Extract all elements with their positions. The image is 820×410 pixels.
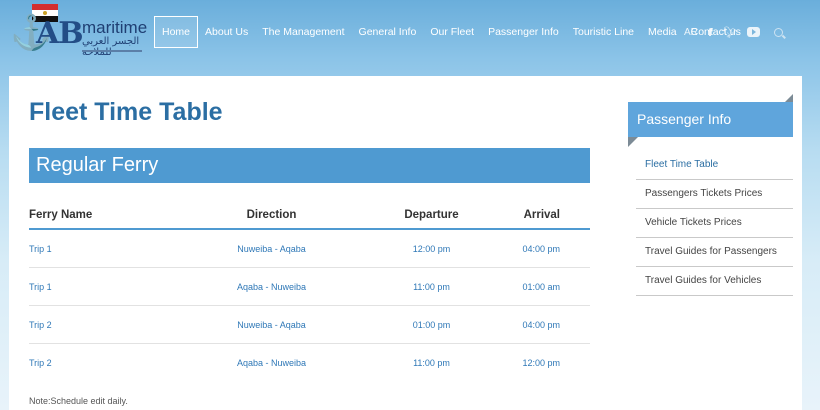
schedule-note: Note:Schedule edit daily. <box>29 396 128 406</box>
section-header: Regular Ferry <box>29 148 590 183</box>
table-row: Trip 2 Nuweiba - Aqaba 01:00 pm 04:00 pm <box>29 306 590 344</box>
cell-departure: 12:00 pm <box>412 243 451 254</box>
cell-ferry-name: Trip 2 <box>29 319 52 330</box>
cell-direction: Aqaba - Nuweiba <box>236 358 307 368</box>
cell-arrival: 04:00 pm <box>522 319 560 330</box>
page-title: Fleet Time Table <box>29 98 223 126</box>
header-arrival: Arrival <box>523 209 560 221</box>
sidebar: Passenger Info Fleet Time Table Passenge… <box>628 94 793 296</box>
sidebar-item-passenger-tickets[interactable]: Passengers Tickets Prices <box>636 180 793 209</box>
logo[interactable]: ⚓ AB maritime الجسر العربي للملاحة <box>10 2 148 60</box>
logo-underline <box>82 50 142 52</box>
site-header: ⚓ AB maritime الجسر العربي للملاحة Home … <box>0 0 820 64</box>
header-ferry-name: Ferry Name <box>29 209 93 221</box>
sidebar-item-vehicle-tickets[interactable]: Vehicle Tickets Prices <box>636 209 793 238</box>
header-departure: Departure <box>404 209 459 221</box>
cell-departure: 11:00 pm <box>413 358 450 368</box>
sidebar-list: Fleet Time Table Passengers Tickets Pric… <box>628 151 793 296</box>
logo-brand: AB <box>36 16 84 51</box>
sidebar-item-guides-passengers[interactable]: Travel Guides for Passengers <box>636 238 793 267</box>
cell-ferry-name: Trip 1 <box>29 281 52 292</box>
main-nav: Home About Us The Management General Inf… <box>154 16 748 48</box>
search-icon[interactable] <box>773 27 783 37</box>
nav-our-fleet[interactable]: Our Fleet <box>423 16 481 48</box>
cell-ferry-name: Trip 1 <box>29 243 52 254</box>
table-header: Ferry Name Direction Departure Arrival <box>29 202 590 230</box>
youtube-icon[interactable] <box>746 27 760 37</box>
cell-departure: 01:00 pm <box>412 319 451 330</box>
cell-arrival: 01:00 am <box>522 281 560 292</box>
nav-passenger-info[interactable]: Passenger Info <box>481 16 566 48</box>
header-actions: AR f 🐦︎ <box>684 16 793 48</box>
cell-direction: Nuweiba - Aqaba <box>237 319 306 330</box>
sidebar-header: Passenger Info <box>628 94 793 147</box>
cell-direction: Aqaba - Nuweiba <box>236 281 307 292</box>
nav-touristic-line[interactable]: Touristic Line <box>566 16 641 48</box>
timetable: Ferry Name Direction Departure Arrival T… <box>29 202 590 382</box>
section-title: Regular Ferry <box>36 154 159 176</box>
nav-media[interactable]: Media <box>641 16 684 48</box>
table-row: Trip 1 Nuweiba - Aqaba 12:00 pm 04:00 pm <box>29 230 590 268</box>
nav-general-info[interactable]: General Info <box>352 16 424 48</box>
language-switch[interactable]: AR <box>684 27 698 38</box>
cell-direction: Nuweiba - Aqaba <box>237 243 306 254</box>
header-direction: Direction <box>246 209 297 221</box>
sidebar-title: Passenger Info <box>637 111 732 127</box>
facebook-icon[interactable]: f <box>708 26 713 39</box>
sidebar-item-fleet-time-table[interactable]: Fleet Time Table <box>636 151 793 180</box>
content-panel: Fleet Time Table Regular Ferry Ferry Nam… <box>9 76 802 410</box>
nav-home[interactable]: Home <box>154 16 199 48</box>
sidebar-item-guides-vehicles[interactable]: Travel Guides for Vehicles <box>636 267 793 296</box>
table-row: Trip 2 Aqaba - Nuweiba 11:00 pm 12:00 pm <box>29 344 590 382</box>
table-row: Trip 1 Aqaba - Nuweiba 11:00 pm 01:00 am <box>29 268 590 306</box>
cell-ferry-name: Trip 2 <box>29 358 52 368</box>
logo-arabic: الجسر العربي للملاحة <box>82 36 140 58</box>
cell-arrival: 12:00 pm <box>522 358 560 368</box>
twitter-icon[interactable]: 🐦︎ <box>723 26 737 39</box>
cell-departure: 11:00 pm <box>413 281 450 292</box>
cell-arrival: 04:00 pm <box>522 243 560 254</box>
logo-wordmark: maritime <box>82 18 148 37</box>
nav-management[interactable]: The Management <box>255 16 351 48</box>
nav-about-us[interactable]: About Us <box>198 16 255 48</box>
